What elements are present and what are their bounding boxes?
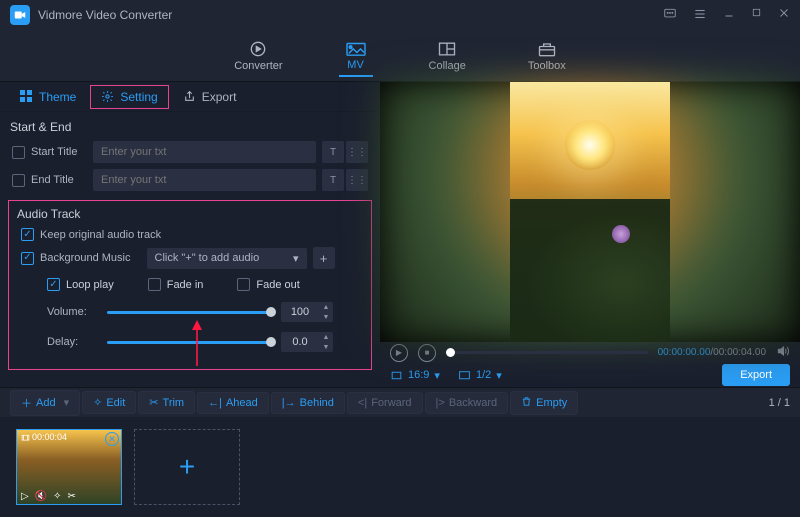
add-clip-button[interactable]: +: [134, 429, 240, 505]
nav-converter[interactable]: Converter: [228, 36, 288, 76]
start-title-label: Start Title: [31, 146, 87, 158]
forward-icon: <|: [358, 397, 367, 409]
volume-slider[interactable]: [107, 311, 271, 314]
volume-up[interactable]: ▲: [319, 302, 333, 312]
nav-toolbox[interactable]: Toolbox: [522, 36, 572, 76]
chevron-down-icon: ▾: [434, 369, 440, 382]
bg-music-dropdown[interactable]: Click "+" to add audio ▾: [147, 248, 307, 269]
add-audio-button[interactable]: +: [313, 247, 335, 269]
timeline[interactable]: [446, 351, 648, 354]
clip-trim-icon[interactable]: ✂: [68, 491, 76, 502]
delay-spinbox[interactable]: 0.0 ▲▼: [281, 332, 333, 352]
forward-button[interactable]: <|Forward: [347, 392, 423, 414]
audio-track-section: Audio Track ✓ Keep original audio track …: [8, 200, 372, 370]
preview-video[interactable]: [510, 82, 670, 342]
start-text-style-button[interactable]: T: [322, 141, 344, 163]
backward-button[interactable]: |>Backward: [425, 392, 509, 414]
collage-icon: [436, 40, 458, 58]
end-text-style-button[interactable]: T: [322, 169, 344, 191]
delay-down[interactable]: ▼: [319, 342, 333, 352]
play-button[interactable]: ▶: [390, 344, 408, 362]
edit-button[interactable]: ✧Edit: [82, 391, 136, 414]
clip-remove-button[interactable]: ✕: [105, 432, 119, 446]
delay-slider[interactable]: [107, 341, 271, 344]
menu-icon[interactable]: [693, 7, 707, 23]
start-title-checkbox[interactable]: [12, 146, 25, 159]
empty-button[interactable]: Empty: [510, 391, 578, 415]
add-button[interactable]: ＋Add▾: [10, 390, 80, 416]
gear-icon: [101, 90, 115, 104]
feedback-icon[interactable]: [663, 7, 677, 23]
scale-dropdown[interactable]: 1/2 ▾: [458, 369, 502, 382]
aspect-ratio-dropdown[interactable]: 16:9 ▾: [390, 369, 440, 382]
trim-button[interactable]: ✂Trim: [138, 391, 195, 414]
backward-icon: |>: [436, 397, 445, 409]
minimize-icon[interactable]: [723, 7, 735, 23]
behind-button[interactable]: |→Behind: [271, 392, 345, 414]
chevron-down-icon: ▾: [496, 369, 502, 382]
titlebar: Vidmore Video Converter: [0, 0, 800, 30]
time-display: 00:00:00.00/00:00:04.00: [658, 347, 766, 358]
plus-icon: ＋: [21, 395, 32, 411]
loop-checkbox[interactable]: ✓: [47, 278, 60, 291]
preview-area: [380, 82, 800, 342]
main-nav: Converter MV Collage Toolbox: [0, 30, 800, 82]
toolbox-icon: [536, 40, 558, 58]
start-title-input[interactable]: [93, 141, 316, 163]
behind-icon: |→: [282, 397, 296, 409]
nav-mv[interactable]: MV: [339, 35, 373, 77]
scissors-icon: ✂: [149, 396, 158, 409]
delay-up[interactable]: ▲: [319, 332, 333, 342]
maximize-icon[interactable]: [751, 7, 762, 23]
clip-edit-icon[interactable]: ✧: [53, 491, 61, 502]
fade-in-checkbox[interactable]: [148, 278, 161, 291]
volume-down[interactable]: ▼: [319, 312, 333, 322]
trash-icon: [521, 396, 532, 410]
mv-icon: [345, 39, 367, 57]
ahead-button[interactable]: ←|Ahead: [197, 392, 269, 414]
nav-collage[interactable]: Collage: [423, 36, 472, 76]
end-title-input[interactable]: [93, 169, 316, 191]
app-logo: [10, 5, 30, 25]
start-text-options-button[interactable]: ⋮⋮: [346, 141, 368, 163]
end-title-checkbox[interactable]: [12, 174, 25, 187]
clip-thumbnail[interactable]: 00:00:04 ✕ ▷ 🔇 ✧ ✂: [16, 429, 122, 505]
keep-audio-checkbox[interactable]: ✓: [21, 228, 34, 241]
close-icon[interactable]: [778, 7, 790, 23]
volume-icon[interactable]: [776, 344, 790, 361]
tab-export[interactable]: Export: [173, 86, 247, 108]
stop-button[interactable]: ■: [418, 344, 436, 362]
tab-setting[interactable]: Setting: [90, 85, 168, 109]
bg-music-checkbox[interactable]: ✓: [21, 252, 34, 265]
page-label: 1 / 1: [769, 397, 790, 409]
app-title: Vidmore Video Converter: [38, 8, 172, 22]
chevron-down-icon: ▾: [64, 396, 70, 409]
chevron-down-icon: ▾: [293, 252, 299, 265]
export-icon: [183, 90, 197, 104]
audio-heading: Audio Track: [17, 207, 363, 225]
tab-theme[interactable]: Theme: [10, 86, 86, 108]
clip-mute-icon[interactable]: 🔇: [35, 491, 47, 502]
end-text-options-button[interactable]: ⋮⋮: [346, 169, 368, 191]
fade-out-checkbox[interactable]: [237, 278, 250, 291]
converter-icon: [247, 40, 269, 58]
volume-spinbox[interactable]: 100 ▲▼: [281, 302, 333, 322]
theme-icon: [20, 90, 34, 104]
wand-icon: ✧: [93, 396, 102, 409]
clip-duration: 00:00:04: [21, 432, 67, 442]
end-title-label: End Title: [31, 174, 87, 186]
export-button[interactable]: Export: [722, 364, 790, 386]
ahead-icon: ←|: [208, 397, 222, 409]
start-end-heading: Start & End: [0, 112, 380, 138]
clip-play-icon[interactable]: ▷: [21, 491, 29, 502]
